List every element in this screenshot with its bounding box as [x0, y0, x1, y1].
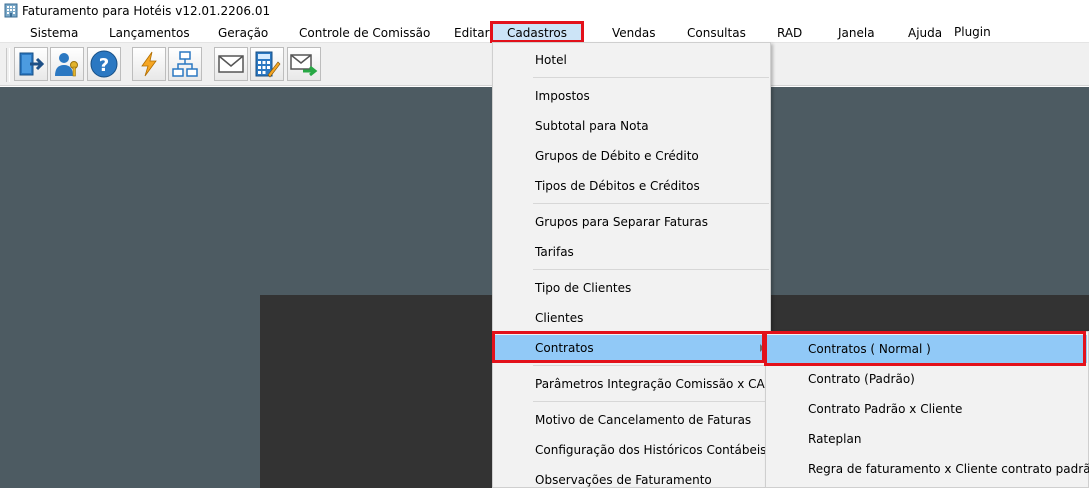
menu-item-observacoes-faturamento[interactable]: Observações de Faturamento [494, 467, 770, 487]
svg-text:?: ? [99, 55, 109, 76]
menu-item-tarifas[interactable]: Tarifas [494, 239, 770, 265]
menu-janela[interactable]: Janela [838, 24, 875, 42]
menu-separator [533, 269, 769, 270]
menu-item-motivo-cancelamento[interactable]: Motivo de Cancelamento de Faturas [494, 407, 770, 433]
menu-item-clientes[interactable]: Clientes [494, 305, 770, 331]
menu-item-tipo-de-clientes[interactable]: Tipo de Clientes [494, 275, 770, 301]
toolbar-grip[interactable] [6, 48, 10, 82]
menu-item-contratos[interactable]: Contratos [494, 335, 770, 361]
menu-editar[interactable]: Editar [454, 24, 490, 42]
calculator-button[interactable] [250, 47, 284, 81]
menu-item-contratos-label: Contratos [535, 341, 594, 355]
menu-sistema[interactable]: Sistema [30, 24, 78, 42]
org-chart-icon [172, 51, 198, 77]
execute-button[interactable] [132, 47, 166, 81]
mail-send-icon [290, 54, 318, 77]
submenu-arrow-icon [760, 344, 764, 352]
calculator-edit-icon [255, 51, 281, 78]
contratos-submenu: Contratos ( Normal ) Contrato (Padrão) C… [765, 331, 1089, 488]
submenu-item-contratos-normal[interactable]: Contratos ( Normal ) [767, 335, 1087, 363]
menu-separator [533, 203, 769, 204]
cadastros-dropdown: Hotel Impostos Subtotal para Nota Grupos… [492, 42, 771, 488]
structure-button[interactable] [168, 47, 202, 81]
submenu-item-regra-faturamento[interactable]: Regra de faturamento x Cliente contrato … [767, 455, 1089, 483]
send-mail-button[interactable] [287, 47, 321, 81]
menu-rad[interactable]: RAD [777, 24, 802, 42]
menu-separator [533, 401, 769, 402]
exit-door-icon [19, 52, 45, 76]
menu-vendas[interactable]: Vendas [612, 24, 656, 42]
menu-lancamentos[interactable]: Lançamentos [109, 24, 190, 42]
menu-item-impostos[interactable]: Impostos [494, 83, 770, 109]
menu-item-configuracao-historicos[interactable]: Configuração dos Históricos Contábeis [494, 437, 770, 463]
menu-bar: Sistema Lançamentos Geração Controle de … [0, 22, 1089, 43]
menu-item-parametros-integracao[interactable]: Parâmetros Integração Comissão x CAP [494, 371, 770, 397]
help-icon: ? [90, 50, 118, 78]
title-bar: Faturamento para Hotéis v12.01.2206.01 [0, 0, 1089, 22]
mail-button[interactable] [214, 47, 248, 81]
building-icon [4, 3, 18, 18]
menu-controle-de-comissao[interactable]: Controle de Comissão [299, 24, 430, 42]
menu-consultas[interactable]: Consultas [687, 24, 746, 42]
window-title: Faturamento para Hotéis v12.01.2206.01 [22, 4, 271, 18]
menu-cadastros[interactable]: Cadastros [493, 24, 581, 42]
menu-geracao[interactable]: Geração [218, 24, 268, 42]
menu-item-grupos-debito-credito[interactable]: Grupos de Débito e Crédito [494, 143, 770, 169]
menu-item-grupos-separar-faturas[interactable]: Grupos para Separar Faturas [494, 209, 770, 235]
menu-plugin[interactable]: Plugin [954, 23, 991, 41]
menu-item-hotel[interactable]: Hotel [494, 47, 770, 73]
user-key-icon [55, 53, 78, 77]
menu-item-subtotal-para-nota[interactable]: Subtotal para Nota [494, 113, 770, 139]
envelope-icon [218, 55, 244, 73]
menu-item-tipos-debitos-creditos[interactable]: Tipos de Débitos e Créditos [494, 173, 770, 199]
help-button[interactable]: ? [87, 47, 121, 81]
menu-separator [533, 365, 769, 366]
lightning-icon [141, 51, 157, 77]
exit-button[interactable] [14, 47, 48, 81]
submenu-item-contrato-padrao-cliente[interactable]: Contrato Padrão x Cliente [767, 395, 1087, 423]
submenu-item-rateplan[interactable]: Rateplan [767, 425, 1087, 453]
submenu-item-contrato-padrao[interactable]: Contrato (Padrão) [767, 365, 1087, 393]
menu-separator [533, 77, 769, 78]
user-login-button[interactable] [50, 47, 84, 81]
menu-ajuda[interactable]: Ajuda [908, 24, 942, 42]
